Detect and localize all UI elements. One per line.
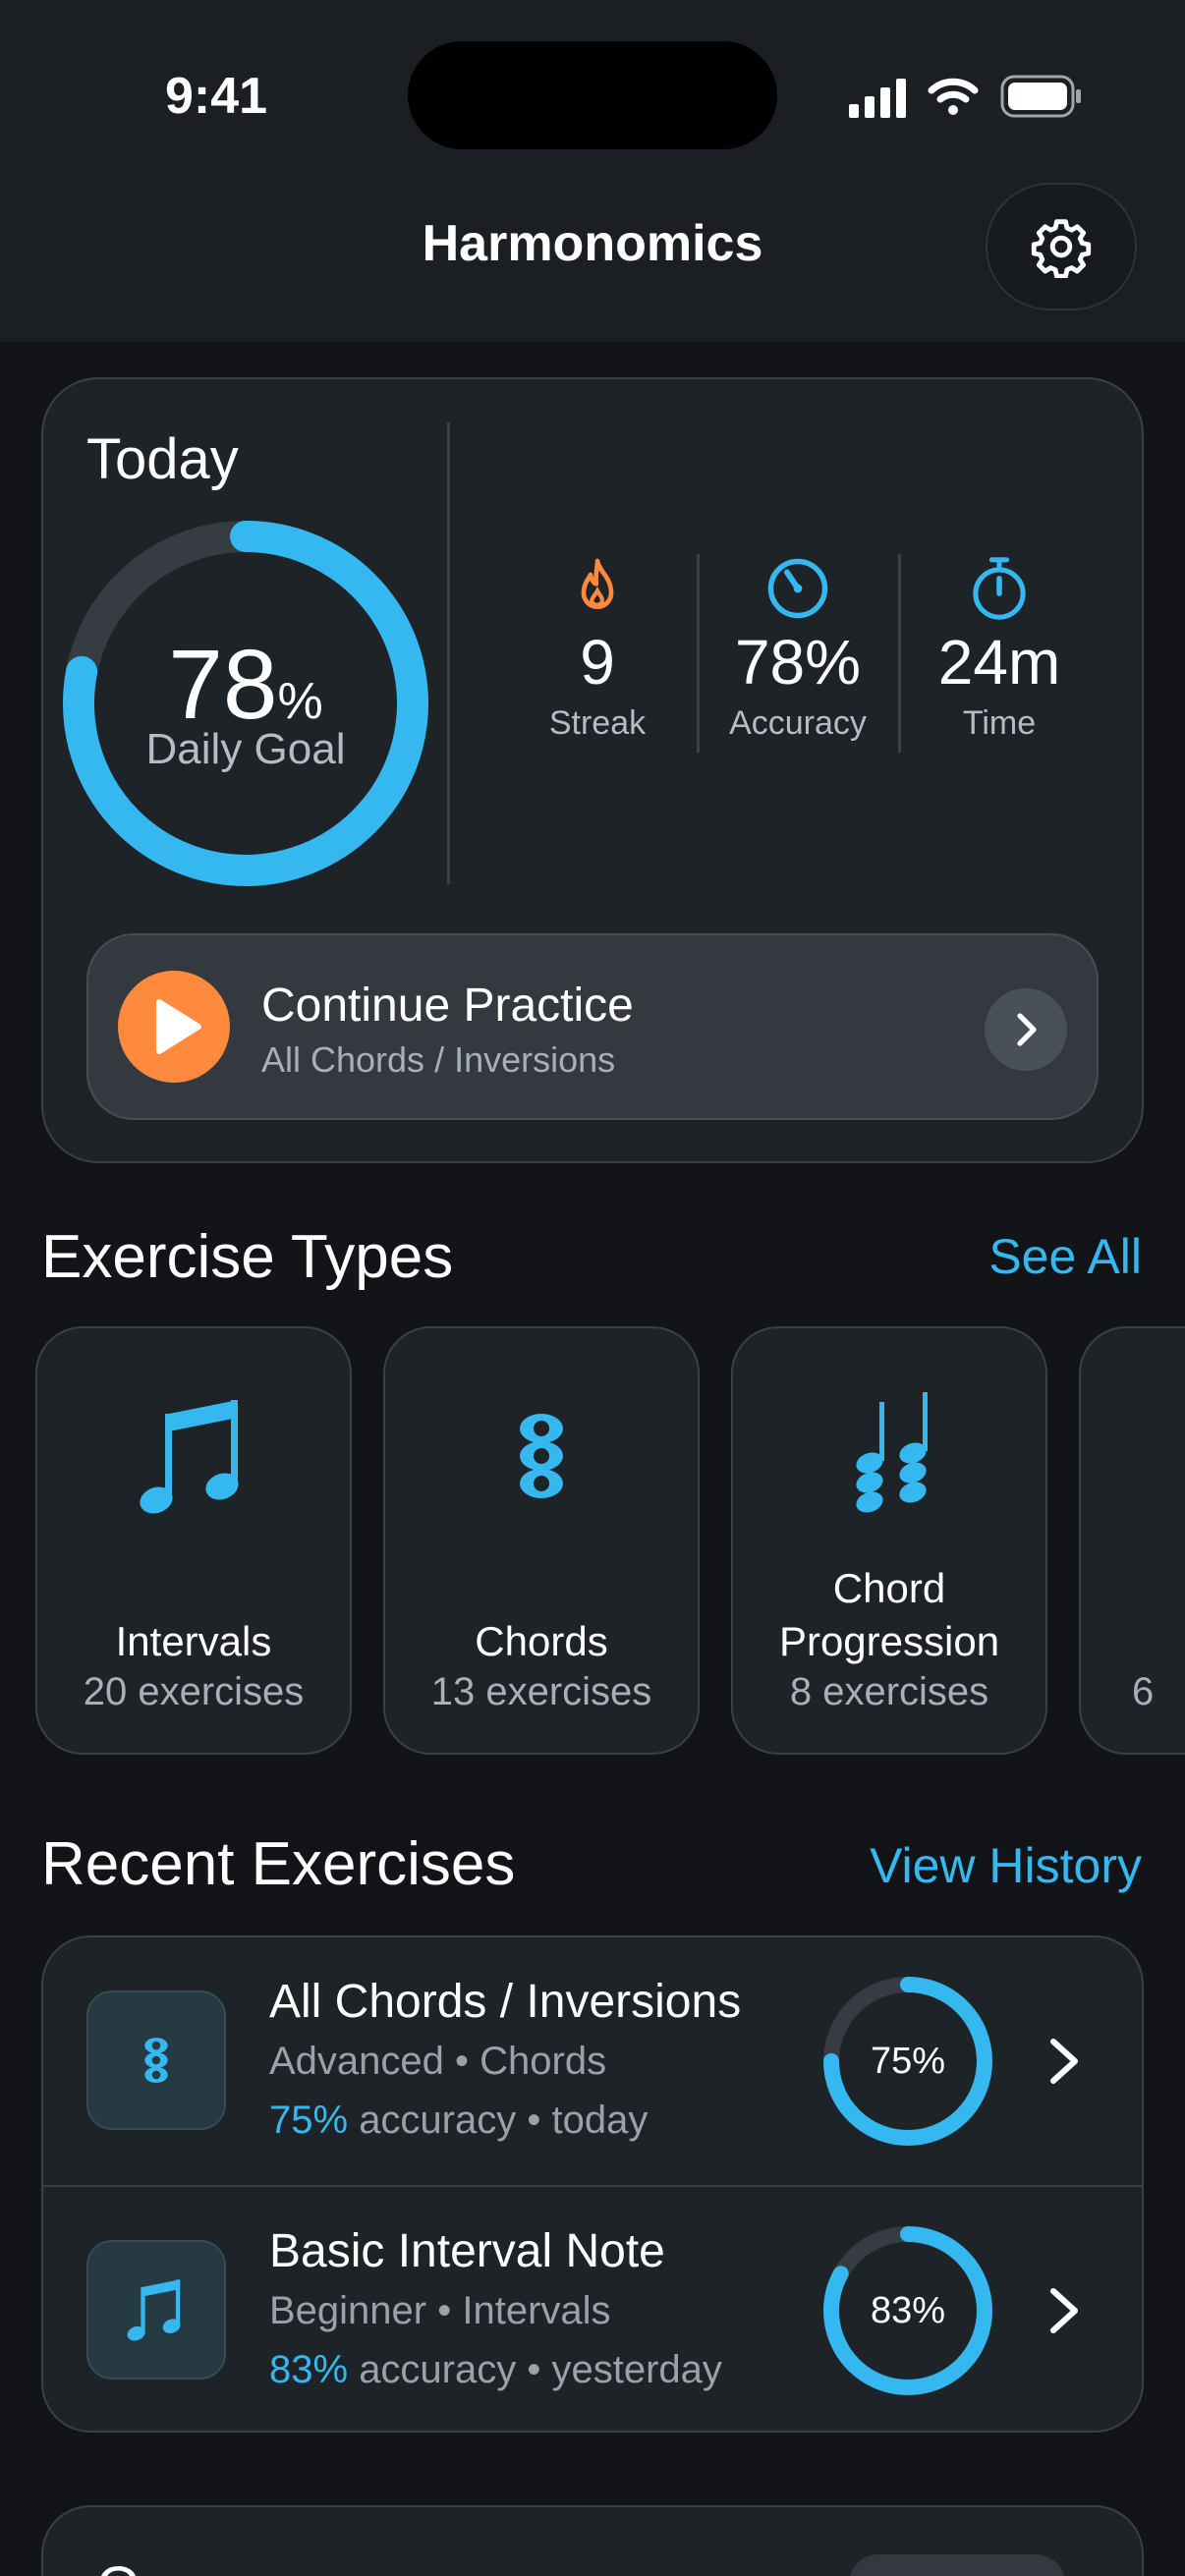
eighth-notes-icon — [127, 2279, 181, 2341]
list-item[interactable]: All Chords / Inversions Advanced • Chord… — [43, 1937, 1142, 2185]
row-when: today — [551, 2099, 649, 2142]
stat-streak: 9 Streak — [499, 556, 696, 743]
row-level: Advanced — [269, 2040, 444, 2083]
accuracy-ring-label: 75% — [870, 2040, 946, 2082]
stat-accuracy: 78% Accuracy — [700, 556, 896, 743]
row-accuracy-suffix: accuracy — [359, 2099, 517, 2142]
row-accuracy: 83% accuracy • yesterday — [269, 2348, 722, 2391]
today-label: Today — [86, 427, 239, 491]
tile-count: 8 exercises — [789, 1670, 989, 1713]
exercise-type-chords[interactable]: Chords 13 exercises — [383, 1326, 700, 1755]
play-icon — [156, 999, 201, 1054]
row-when: yesterday — [551, 2348, 722, 2391]
row-accuracy-suffix: accuracy — [359, 2348, 517, 2391]
row-meta: Advanced • Chords — [269, 2040, 607, 2083]
stat-accuracy-value: 78% — [734, 627, 862, 698]
row-accuracy: 75% accuracy • today — [269, 2099, 649, 2142]
chevron-right-icon[interactable] — [1045, 2022, 1085, 2100]
recent-exercises-title: Recent Exercises — [41, 1830, 516, 1898]
gear-icon — [1031, 219, 1092, 278]
tile-icon-wrap — [733, 1387, 1045, 1525]
continue-title: Continue Practice — [261, 980, 634, 1032]
continue-practice-button[interactable]: Continue Practice All Chords / Inversion… — [86, 933, 1099, 1120]
daily-goal-label: Daily Goal — [145, 725, 346, 773]
stat-time-value: 24m — [937, 627, 1061, 698]
row-title: Basic Interval Note — [269, 2225, 665, 2277]
see-all-link[interactable]: See All — [988, 1228, 1142, 1285]
stat-streak-label: Streak — [548, 704, 647, 742]
row-meta: Beginner • Intervals — [269, 2289, 611, 2332]
signal-icon — [849, 79, 906, 118]
tile-count: 20 exercises — [83, 1670, 305, 1713]
battery-icon — [1000, 75, 1081, 118]
row-icon — [86, 1990, 226, 2130]
eighth-notes-icon — [140, 1400, 239, 1514]
goal-value: 78 — [168, 630, 278, 740]
row-title: All Chords / Inversions — [269, 1976, 742, 2028]
exercise-types-title: Exercise Types — [41, 1223, 454, 1291]
list-item[interactable]: Basic Interval Note Beginner • Intervals… — [43, 2187, 1142, 2431]
tile-name-line1: Chord — [832, 1565, 946, 1611]
next-section-pill[interactable] — [849, 2554, 1065, 2576]
accuracy-ring-label: 83% — [870, 2289, 946, 2331]
row-accuracy-value: 75% — [269, 2099, 349, 2142]
chevron-right-icon — [1017, 1013, 1037, 1046]
next-section-card: Q — [41, 2505, 1144, 2576]
tile-count: 6 — [1132, 1670, 1155, 1713]
today-divider — [447, 422, 450, 884]
exercise-type-partial[interactable]: 6 — [1079, 1326, 1185, 1755]
next-section-title: Q — [96, 2554, 141, 2576]
view-history-link[interactable]: View History — [870, 1837, 1142, 1894]
goal-unit: % — [277, 673, 323, 730]
stat-time-label: Time — [962, 704, 1037, 742]
tile-name: Chords — [475, 1618, 608, 1664]
stat-accuracy-label: Accuracy — [729, 704, 867, 742]
flame-icon — [581, 558, 614, 609]
stat-time: 24m Time — [901, 556, 1098, 743]
tile-clip: 6 — [1079, 1316, 1185, 1768]
exercise-type-chord-progression[interactable]: Chord Progression 8 exercises — [731, 1326, 1047, 1755]
stacked-notes-icon — [520, 1414, 563, 1498]
tile-icon-wrap — [37, 1387, 350, 1525]
stopwatch-icon — [973, 557, 1026, 620]
chord-sequence-icon — [856, 1392, 928, 1513]
row-level: Beginner — [269, 2289, 427, 2332]
recent-list: All Chords / Inversions Advanced • Chord… — [41, 1935, 1144, 2433]
continue-chevron-button[interactable] — [985, 988, 1067, 1071]
tile-count: 13 exercises — [430, 1670, 652, 1713]
play-button[interactable] — [118, 971, 230, 1083]
tile-name-line2: Progression — [778, 1618, 1000, 1664]
continue-subtitle: All Chords / Inversions — [261, 1039, 616, 1080]
row-category: Chords — [480, 2040, 607, 2083]
gauge-icon — [767, 558, 828, 619]
row-icon — [86, 2240, 226, 2380]
chevron-right-icon[interactable] — [1045, 2271, 1085, 2350]
status-time: 9:41 — [165, 68, 268, 125]
dynamic-island — [408, 41, 777, 149]
row-category: Intervals — [462, 2289, 611, 2332]
tile-name: Intervals — [115, 1618, 272, 1664]
stacked-notes-icon — [144, 2038, 168, 2083]
tile-icon-wrap — [385, 1387, 698, 1525]
exercise-type-intervals[interactable]: Intervals 20 exercises — [35, 1326, 352, 1755]
row-accuracy-value: 83% — [269, 2348, 349, 2391]
settings-button[interactable] — [986, 183, 1137, 310]
wifi-icon — [928, 78, 979, 115]
stat-streak-value: 9 — [580, 627, 615, 698]
